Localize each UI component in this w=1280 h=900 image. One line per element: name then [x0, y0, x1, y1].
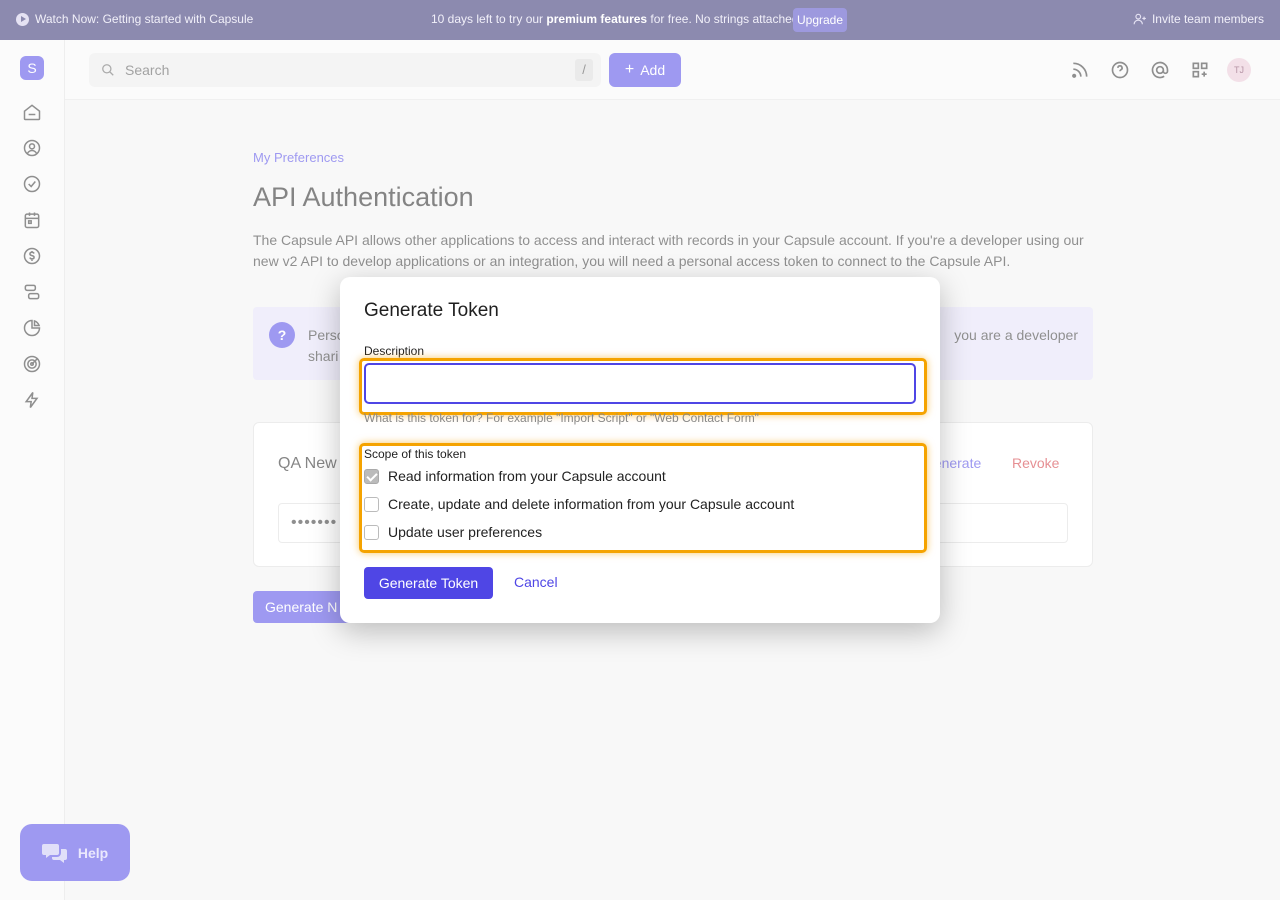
scope-write-label: Create, update and delete information fr…: [388, 496, 795, 512]
scope-label: Scope of this token: [364, 447, 467, 461]
scope-read-checkbox[interactable]: [364, 468, 379, 484]
dialog-title: Generate Token: [364, 300, 499, 321]
description-input[interactable]: [364, 363, 916, 404]
scope-read-option[interactable]: Read information from your Capsule accou…: [364, 468, 666, 484]
description-label: Description: [364, 344, 425, 358]
scope-read-label: Read information from your Capsule accou…: [388, 468, 666, 484]
scope-preferences-label: Update user preferences: [388, 524, 543, 540]
description-hint: What is this token for? For example "Imp…: [364, 411, 759, 425]
scope-preferences-checkbox[interactable]: [364, 524, 379, 540]
generate-token-dialog: Generate Token Description What is this …: [340, 277, 940, 623]
scope-write-option[interactable]: Create, update and delete information fr…: [364, 496, 794, 512]
scope-preferences-option[interactable]: Update user preferences: [364, 524, 542, 540]
scope-write-checkbox[interactable]: [364, 496, 379, 512]
cancel-button[interactable]: Cancel: [514, 574, 558, 590]
generate-token-button[interactable]: Generate Token: [364, 567, 493, 599]
